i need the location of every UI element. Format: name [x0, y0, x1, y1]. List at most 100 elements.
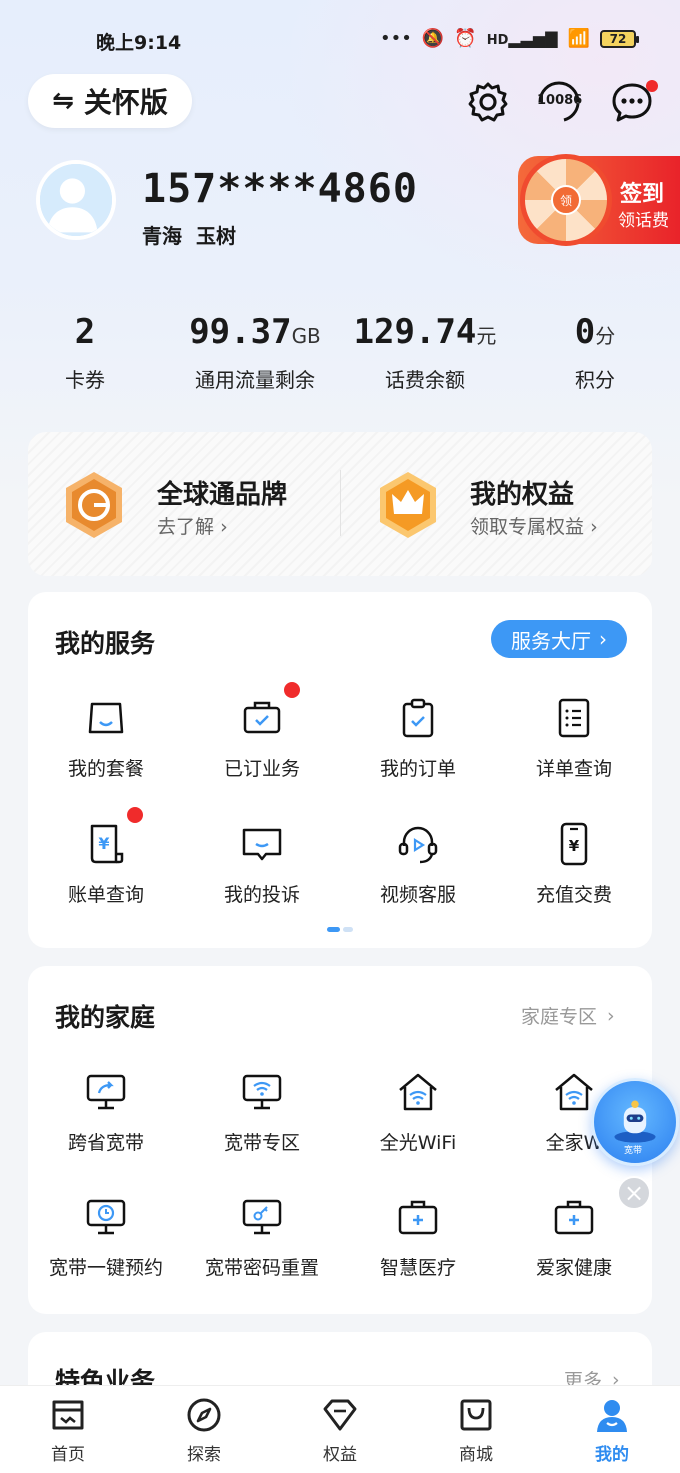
- service-item-recharge[interactable]: ¥ 充值交费: [496, 820, 652, 907]
- gear-icon: [468, 82, 508, 122]
- family-title: 我的家庭: [55, 1003, 156, 1032]
- floating-close-button[interactable]: ×: [617, 1176, 651, 1210]
- tab-label: 权益: [323, 1445, 357, 1465]
- divider: [340, 470, 341, 536]
- service-item-orders[interactable]: 我的订单: [340, 694, 496, 781]
- service-hall-button[interactable]: 服务大厅 ›: [491, 620, 627, 658]
- services-title: 我的服务: [55, 629, 156, 658]
- tab-home[interactable]: 首页: [0, 1394, 136, 1465]
- battery-icon: 72: [600, 29, 639, 48]
- tab-label: 首页: [51, 1445, 85, 1465]
- tab-shop[interactable]: 商城: [408, 1394, 544, 1465]
- swap-arrows-icon: ⇋: [52, 86, 74, 116]
- mute-bell-icon: 🔕: [421, 28, 445, 49]
- stat-data-remaining[interactable]: 99.37GB 通用流量剩余: [170, 312, 340, 393]
- chevron-right-icon: ›: [607, 1004, 615, 1027]
- family-zone-link[interactable]: 家庭专区 ›: [521, 1002, 615, 1029]
- global-brand-link[interactable]: 去了解 ›: [157, 512, 228, 539]
- family-label: 智慧医疗: [379, 1257, 456, 1279]
- crown-badge-icon: [376, 470, 440, 544]
- user-icon: [597, 1400, 627, 1432]
- service-item-details[interactable]: 详单查询: [496, 694, 652, 781]
- stat-unit: 分: [595, 324, 616, 348]
- monitor-wifi-icon: [242, 1074, 282, 1110]
- message-badge: [646, 80, 658, 92]
- tab-label: 商城: [459, 1445, 493, 1465]
- settings-button[interactable]: [464, 78, 512, 126]
- tab-rights[interactable]: 权益: [272, 1394, 408, 1465]
- service-label: 已订业务: [223, 758, 300, 780]
- wheel-center-label: 领: [551, 185, 581, 215]
- monitor-clock-icon: [86, 1199, 126, 1235]
- stat-value: 0: [574, 312, 596, 352]
- my-rights-link[interactable]: 领取专属权益 ›: [470, 512, 598, 539]
- service-item-complaint[interactable]: 我的投诉: [184, 820, 340, 907]
- stat-value: 99.37: [189, 312, 292, 352]
- chat-box-icon: [242, 828, 282, 861]
- avatar[interactable]: [36, 160, 116, 240]
- stat-unit: GB: [291, 324, 321, 348]
- stat-points[interactable]: 0分 积分: [510, 312, 680, 393]
- stat-label: 积分: [575, 368, 615, 392]
- family-label: 爱家健康: [535, 1257, 612, 1279]
- home-icon: [52, 1400, 84, 1430]
- service-item-video-support[interactable]: 视频客服: [340, 820, 496, 907]
- care-mode-label: 关怀版: [83, 86, 168, 119]
- headset-icon: [398, 826, 438, 864]
- stat-label: 话费余额: [385, 368, 465, 392]
- global-brand-badge-icon: [62, 470, 126, 544]
- stat-value: 2: [74, 312, 96, 352]
- province-label: 青海: [142, 224, 182, 248]
- tab-label: 我的: [595, 1445, 629, 1465]
- family-item-smart-medical[interactable]: 智慧医疗: [340, 1193, 496, 1280]
- chevron-right-icon: ›: [599, 627, 607, 651]
- tab-mine[interactable]: 我的: [544, 1394, 680, 1465]
- service-label: 详单查询: [535, 758, 612, 780]
- service-item-package[interactable]: 我的套餐: [28, 694, 184, 781]
- floating-broadband-widget[interactable]: 宽带: [591, 1078, 679, 1166]
- medical-kit-icon: [554, 1200, 594, 1235]
- tab-explore[interactable]: 探索: [136, 1394, 272, 1465]
- family-label: 全光WiFi: [379, 1132, 457, 1154]
- stat-label: 卡券: [65, 368, 105, 392]
- my-rights-title[interactable]: 我的权益: [470, 474, 574, 511]
- family-item-fiber-wifi[interactable]: 全光WiFi: [340, 1068, 496, 1155]
- monitor-share-icon: [86, 1074, 126, 1110]
- list-document-icon: [558, 698, 590, 738]
- stat-value: 129.74: [353, 312, 477, 352]
- alarm-icon: ⏰: [454, 28, 477, 49]
- shop-bag-icon: [460, 1399, 492, 1431]
- global-brand-title[interactable]: 全球通品牌: [157, 474, 287, 511]
- family-item-broadband-booking[interactable]: 宽带一键预约: [28, 1193, 184, 1280]
- family-item-broadband[interactable]: 宽带专区: [184, 1068, 340, 1155]
- service-item-bill[interactable]: ¥ 账单查询: [28, 820, 184, 907]
- svg-text:¥: ¥: [98, 834, 109, 853]
- stat-label: 通用流量剩余: [195, 368, 315, 392]
- hotline-number: 10086: [537, 93, 583, 108]
- family-label: 宽带密码重置: [204, 1257, 319, 1279]
- stat-coupons[interactable]: 2 卡券: [0, 312, 170, 393]
- sign-in-subtitle: 领话费: [618, 211, 669, 231]
- monitor-key-icon: [242, 1199, 282, 1235]
- family-label: 跨省宽带: [67, 1132, 144, 1154]
- service-item-subscribed[interactable]: 已订业务: [184, 694, 340, 781]
- service-label: 视频客服: [379, 884, 456, 906]
- phone-number: 157****4860: [142, 166, 418, 212]
- stat-balance[interactable]: 129.74元 话费余额: [340, 312, 510, 393]
- family-item-cross-province[interactable]: 跨省宽带: [28, 1068, 184, 1155]
- family-label: 宽带专区: [223, 1132, 300, 1154]
- care-mode-button[interactable]: ⇋ 关怀版: [28, 74, 192, 128]
- robot-mascot-icon: [614, 1100, 656, 1143]
- service-label: 我的投诉: [223, 884, 300, 906]
- family-zone-label: 家庭专区: [521, 1006, 598, 1028]
- service-label: 我的套餐: [67, 758, 144, 780]
- briefcase-check-icon: [243, 701, 281, 734]
- clipboard-check-icon: [402, 698, 434, 738]
- bag-icon: [88, 702, 124, 734]
- messages-button[interactable]: [608, 78, 658, 126]
- family-item-password-reset[interactable]: 宽带密码重置: [184, 1193, 340, 1280]
- diamond-icon: [323, 1399, 357, 1431]
- wifi-icon: 📶: [567, 28, 590, 49]
- hotline-button[interactable]: 10086: [534, 78, 584, 126]
- status-time: 晚上9:14: [96, 32, 182, 54]
